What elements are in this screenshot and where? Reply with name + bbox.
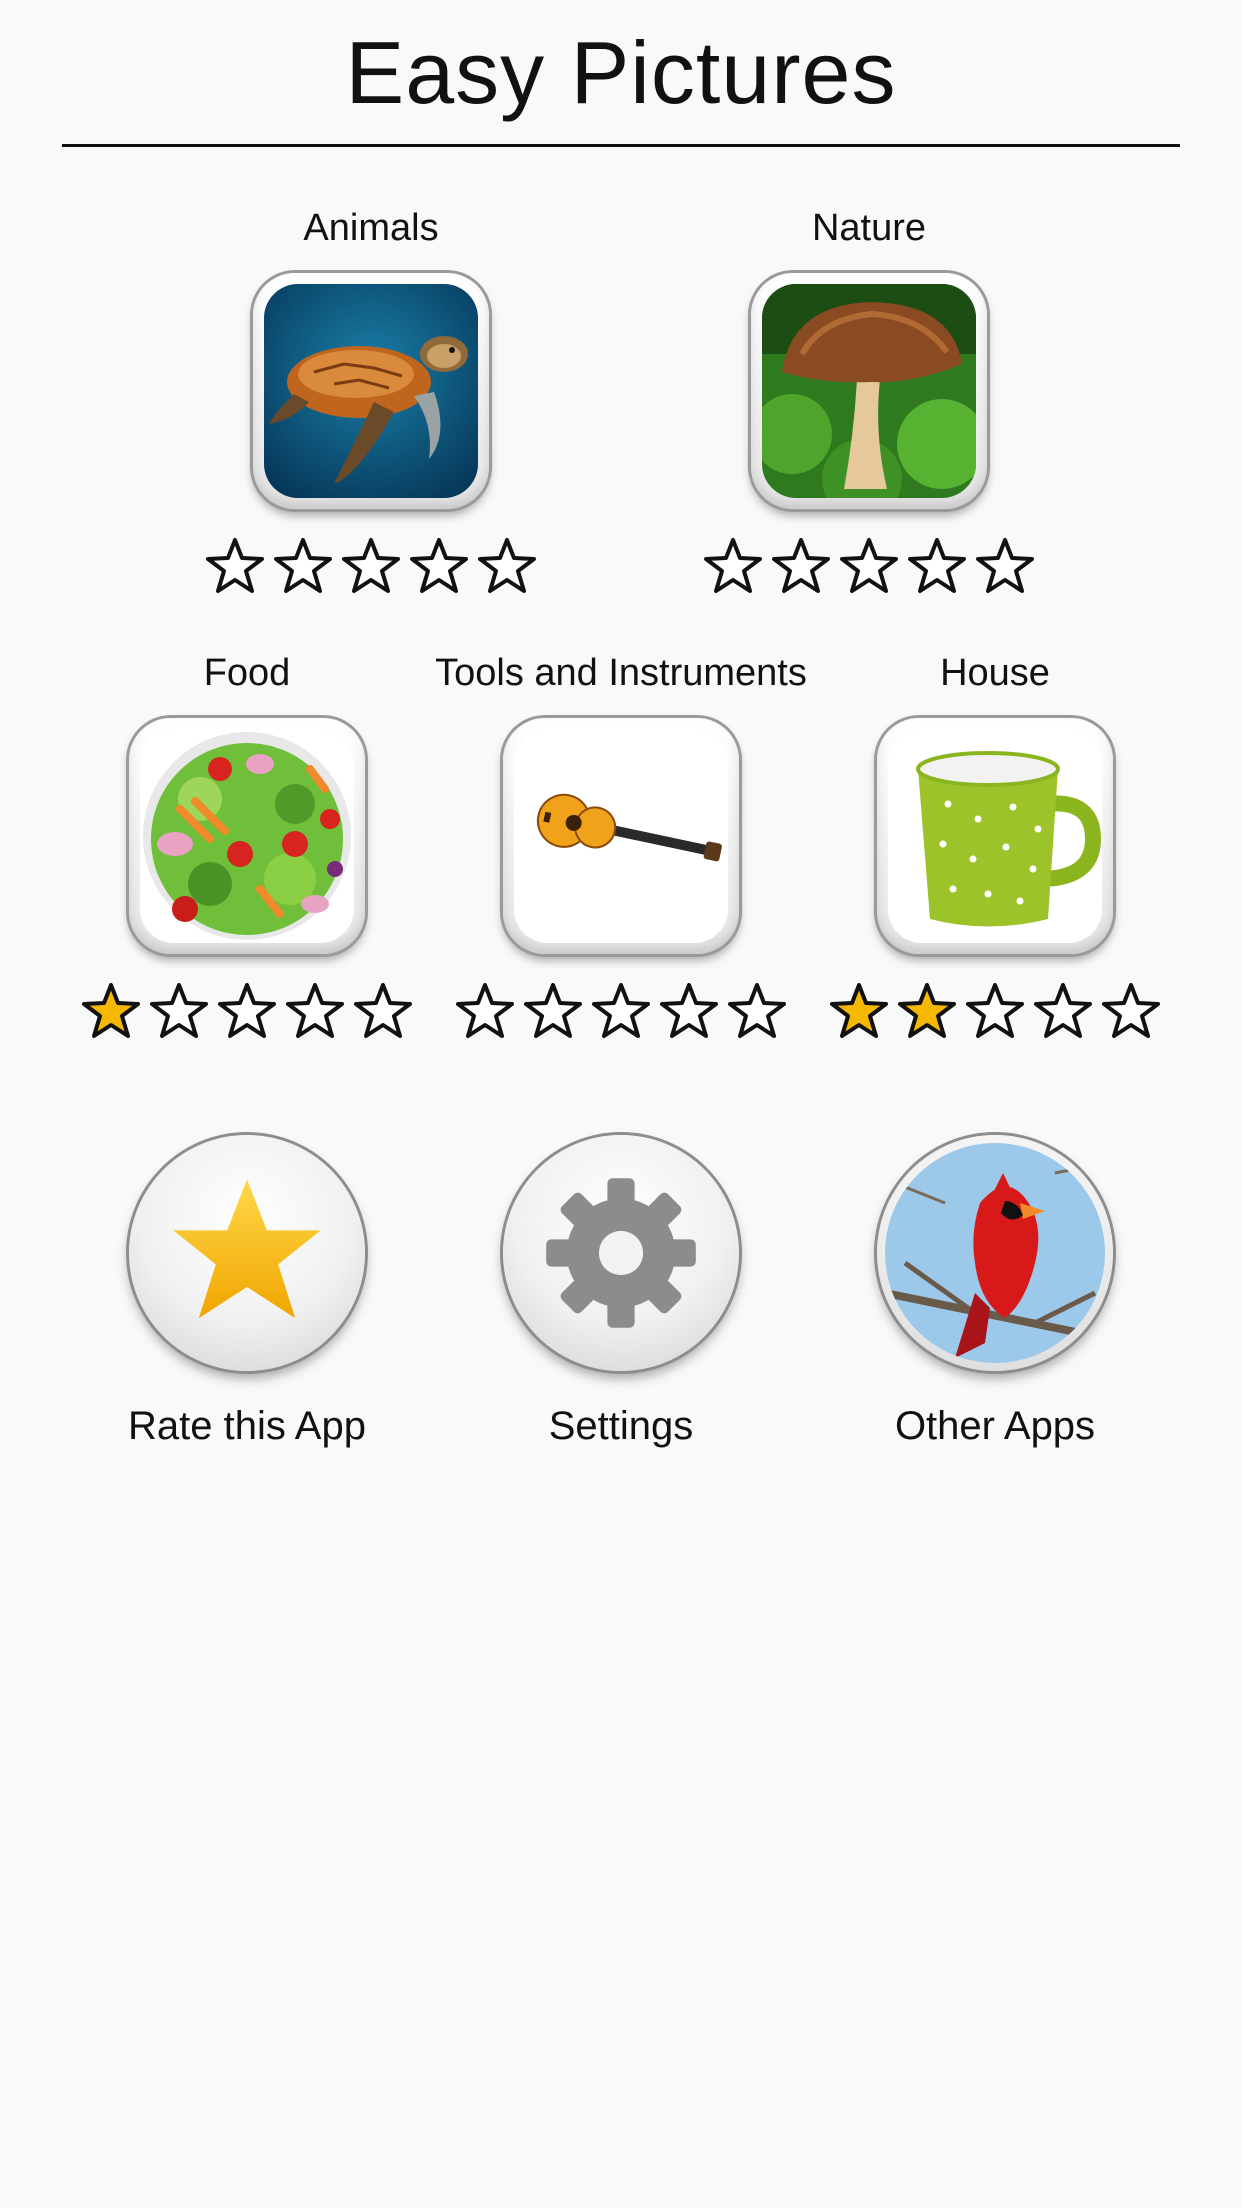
star-empty-icon (409, 537, 469, 597)
star-empty-icon (217, 982, 277, 1042)
category-label: Tools and Instruments (435, 652, 807, 694)
other-apps-button[interactable] (877, 1135, 1113, 1371)
acoustic-guitar-image (514, 729, 728, 943)
settings-action[interactable]: Settings (431, 1135, 811, 1453)
category-tile-animals[interactable] (253, 273, 489, 509)
settings-label: Settings (548, 1404, 694, 1448)
star-rating (57, 982, 437, 1042)
star-empty-icon (523, 982, 583, 1042)
title-divider (62, 144, 1180, 147)
star-empty-icon (771, 537, 831, 597)
star-empty-icon (727, 982, 787, 1042)
rate-app-button[interactable] (129, 1135, 365, 1371)
settings-button[interactable] (503, 1135, 739, 1371)
page-title: Easy Pictures (345, 23, 897, 122)
star-icon (173, 1179, 321, 1319)
star-empty-icon (1033, 982, 1093, 1042)
sea-turtle-image (264, 284, 478, 498)
star-rating (181, 537, 561, 597)
green-polka-dot-mug-image (888, 729, 1102, 943)
star-empty-icon (975, 537, 1035, 597)
star-empty-icon (149, 982, 209, 1042)
category-label: Animals (303, 207, 439, 249)
category-nature[interactable]: Nature (679, 203, 1059, 597)
category-animals[interactable]: Animals (181, 203, 561, 597)
other-apps-action[interactable]: Other Apps (805, 1135, 1185, 1453)
main-menu-screen: Easy Pictures Animals Nature Food Tools … (0, 0, 1242, 2208)
star-empty-icon (839, 537, 899, 597)
star-empty-icon (455, 982, 515, 1042)
star-filled-icon (897, 982, 957, 1042)
category-tile-nature[interactable] (751, 273, 987, 509)
cardinal-bird-icon (885, 1143, 1105, 1363)
star-empty-icon (591, 982, 651, 1042)
star-rating (679, 537, 1059, 597)
salad-bowl-image (140, 729, 354, 943)
star-empty-icon (273, 537, 333, 597)
category-house[interactable]: House (805, 648, 1185, 1042)
star-empty-icon (703, 537, 763, 597)
star-filled-icon (81, 982, 141, 1042)
category-label: House (940, 652, 1050, 694)
star-rating (805, 982, 1185, 1042)
rate-app-action[interactable]: Rate this App (57, 1135, 437, 1453)
star-empty-icon (965, 982, 1025, 1042)
category-label: Nature (811, 207, 927, 249)
mushroom-image (762, 284, 976, 498)
star-empty-icon (907, 537, 967, 597)
category-tile-house[interactable] (877, 718, 1113, 954)
star-empty-icon (341, 537, 401, 597)
star-empty-icon (353, 982, 413, 1042)
category-food[interactable]: Food (57, 648, 437, 1042)
star-filled-icon (829, 982, 889, 1042)
category-tools-and-instruments[interactable]: Tools and Instruments (431, 648, 811, 1042)
other-apps-label: Other Apps (894, 1404, 1096, 1448)
star-empty-icon (285, 982, 345, 1042)
rate-app-label: Rate this App (128, 1404, 366, 1448)
star-empty-icon (205, 537, 265, 597)
category-label: Food (203, 652, 291, 694)
star-empty-icon (1101, 982, 1161, 1042)
category-tile-food[interactable] (129, 718, 365, 954)
gear-icon (546, 1178, 696, 1328)
star-rating (431, 982, 811, 1042)
category-tile-tools[interactable] (503, 718, 739, 954)
star-empty-icon (477, 537, 537, 597)
star-empty-icon (659, 982, 719, 1042)
